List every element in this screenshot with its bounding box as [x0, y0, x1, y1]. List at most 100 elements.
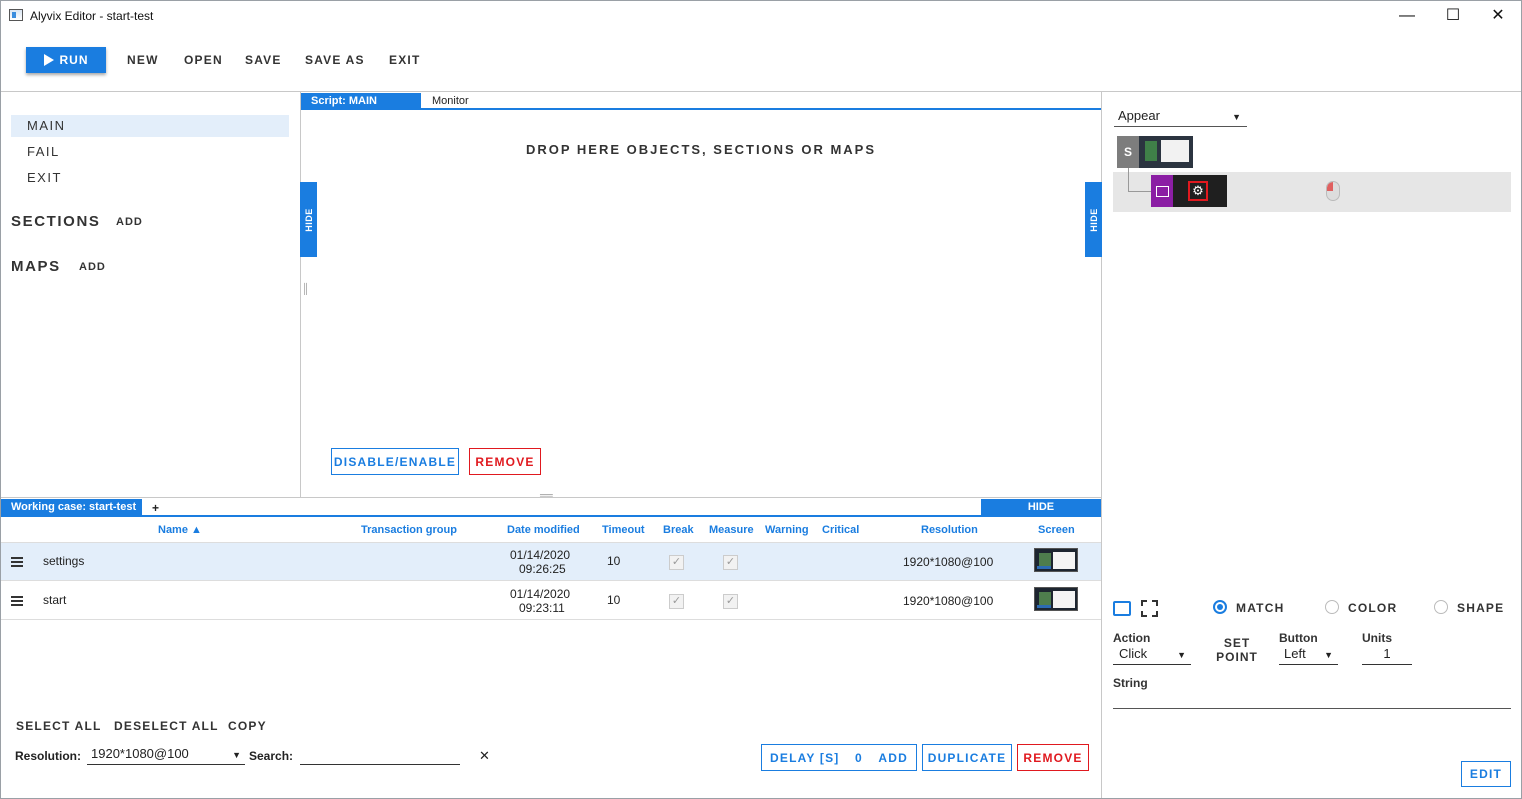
col-resolution[interactable]: Resolution [921, 524, 978, 536]
image-type-icon [1151, 175, 1173, 207]
col-measure[interactable]: Measure [709, 524, 754, 536]
row-timeout[interactable]: 10 [607, 554, 620, 568]
col-break[interactable]: Break [663, 524, 694, 536]
row-time: 09:23:11 [519, 601, 565, 615]
search-label: Search: [249, 749, 294, 763]
match-radio[interactable] [1213, 600, 1227, 614]
chevron-down-icon: ▼ [1232, 112, 1241, 122]
mouse-button-select-value: Left [1284, 646, 1306, 661]
search-input[interactable] [300, 746, 460, 765]
drag-handle-icon[interactable] [11, 596, 23, 608]
condition-select-value: Appear [1118, 108, 1160, 123]
select-all-button[interactable]: SELECT ALL [16, 719, 102, 733]
string-label: String [1113, 676, 1148, 690]
disable-enable-button[interactable]: DISABLE/ENABLE [331, 448, 459, 475]
string-input[interactable] [1113, 690, 1511, 709]
screen-thumbnail[interactable] [1034, 548, 1078, 572]
remove-object-button[interactable]: REMOVE [469, 448, 541, 475]
run-button[interactable]: RUN [26, 47, 106, 73]
copy-button[interactable]: COPY [228, 719, 267, 733]
col-name[interactable]: Name ▲ [158, 524, 202, 536]
action-select-value: Click [1119, 646, 1148, 661]
condition-select[interactable]: Appear ▼ [1114, 108, 1247, 127]
row-name: start [43, 593, 67, 607]
deselect-all-button[interactable]: DESELECT ALL [114, 719, 219, 733]
add-map-button[interactable]: ADD [79, 261, 106, 273]
drop-zone-hint: DROP HERE OBJECTS, SECTIONS OR MAPS [525, 142, 877, 157]
col-screen[interactable]: Screen [1038, 524, 1075, 536]
script-item-exit[interactable]: EXIT [11, 167, 289, 189]
measure-checkbox[interactable]: ✓ [723, 555, 738, 570]
clear-search-icon[interactable]: ✕ [479, 748, 490, 764]
maximize-icon[interactable]: ☐ [1430, 1, 1476, 31]
tree-connector [1128, 168, 1151, 192]
resolution-select[interactable]: 1920*1080@100 ▼ [87, 746, 245, 765]
image-icon[interactable] [1113, 601, 1131, 616]
add-delay-button[interactable]: ADD [878, 751, 908, 765]
action-label: Action [1113, 631, 1151, 645]
new-button[interactable]: NEW [127, 53, 159, 67]
toolbar-divider [1, 91, 1521, 92]
save-button[interactable]: SAVE [245, 53, 282, 67]
tab-working-case[interactable]: Working case: start-test [1, 499, 142, 516]
col-date-modified[interactable]: Date modified [507, 524, 580, 536]
tab-underline [301, 108, 1101, 110]
row-resolution: 1920*1080@100 [903, 594, 994, 608]
hide-cases-button[interactable]: HIDE [981, 499, 1101, 516]
delay-input[interactable]: 0 [855, 751, 863, 765]
tree-root-node[interactable]: S [1117, 136, 1193, 168]
col-critical[interactable]: Critical [822, 524, 859, 536]
section-badge: S [1117, 136, 1139, 168]
mouse-button-select[interactable]: Left ▼ [1279, 646, 1338, 665]
title-bar: Alyvix Editor - start-test — ☐ ✕ [1, 1, 1521, 31]
break-checkbox[interactable]: ✓ [669, 594, 684, 609]
edit-button[interactable]: EDIT [1461, 761, 1511, 787]
duplicate-button[interactable]: DUPLICATE [922, 744, 1012, 771]
hide-right-label: HIDE [1088, 207, 1099, 232]
mouse-click-icon[interactable] [1326, 181, 1340, 201]
hide-left-button[interactable]: HIDE [300, 182, 317, 257]
minimize-icon[interactable]: — [1384, 1, 1430, 31]
add-section-button[interactable]: ADD [116, 216, 143, 228]
row-timeout[interactable]: 10 [607, 593, 620, 607]
color-radio[interactable] [1325, 600, 1339, 614]
cases-divider [1, 497, 1101, 498]
row-date: 01/14/2020 [510, 548, 571, 562]
hide-right-button[interactable]: HIDE [1085, 182, 1102, 257]
app-icon [9, 9, 23, 21]
hide-left-label: HIDE [303, 207, 314, 232]
gear-icon: ⚙ [1188, 181, 1208, 201]
col-warning[interactable]: Warning [765, 524, 809, 536]
action-select[interactable]: Click ▼ [1113, 646, 1191, 665]
units-input[interactable]: 1 [1362, 646, 1412, 665]
shape-radio[interactable] [1434, 600, 1448, 614]
tab-script-main[interactable]: Script: MAIN [301, 93, 421, 109]
set-point-button[interactable]: SET POINT [1216, 636, 1258, 664]
script-item-main[interactable]: MAIN [11, 115, 289, 137]
add-case-tab-button[interactable]: + [152, 501, 159, 515]
measure-checkbox[interactable]: ✓ [723, 594, 738, 609]
image-node[interactable]: ⚙ [1151, 175, 1227, 207]
resolution-label: Resolution: [15, 749, 81, 763]
cases-tab-underline [1, 515, 1101, 517]
row-date: 01/14/2020 [510, 587, 571, 601]
close-icon[interactable]: ✕ [1475, 1, 1521, 31]
delay-add-group: DELAY [S] 0 ADD [761, 744, 917, 771]
drag-handle-icon[interactable] [11, 557, 23, 569]
play-icon [43, 54, 54, 66]
open-button[interactable]: OPEN [184, 53, 223, 67]
vertical-resize-grip[interactable]: ║ [302, 284, 309, 295]
horizontal-resize-grip[interactable]: ══ [540, 490, 553, 500]
remove-case-button[interactable]: REMOVE [1017, 744, 1089, 771]
script-item-fail[interactable]: FAIL [11, 141, 289, 163]
resolution-select-value: 1920*1080@100 [91, 746, 189, 761]
fullscreen-icon[interactable] [1141, 600, 1158, 617]
screen-thumbnail[interactable] [1034, 587, 1078, 611]
col-transaction-group[interactable]: Transaction group [361, 524, 457, 536]
tab-monitor[interactable]: Monitor [432, 95, 469, 107]
match-label: MATCH [1236, 601, 1285, 615]
save-as-button[interactable]: SAVE AS [305, 53, 365, 67]
break-checkbox[interactable]: ✓ [669, 555, 684, 570]
exit-button[interactable]: EXIT [389, 53, 420, 67]
col-timeout[interactable]: Timeout [602, 524, 645, 536]
